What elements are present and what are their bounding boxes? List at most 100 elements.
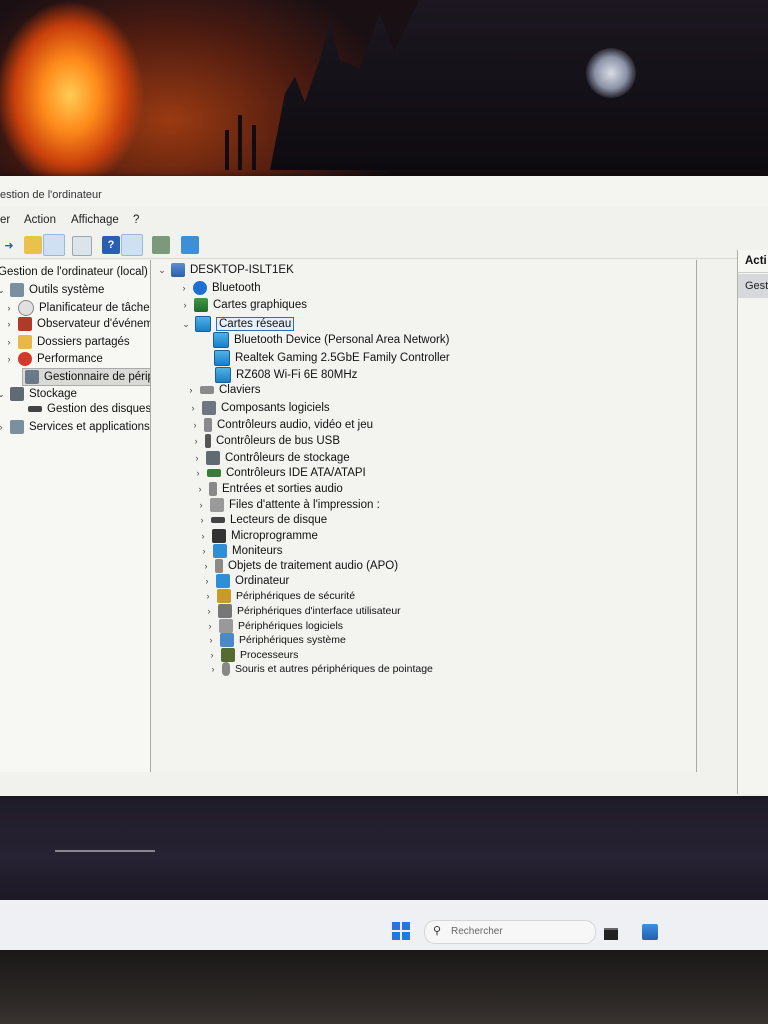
chevron-right-icon[interactable]: › bbox=[201, 561, 211, 571]
device-category[interactable]: › Composants logiciels bbox=[188, 401, 330, 415]
chevron-right-icon[interactable]: › bbox=[4, 354, 14, 364]
actions-item[interactable]: Gest bbox=[738, 274, 768, 298]
device-root[interactable]: ⌄ DESKTOP-ISLT1EK bbox=[157, 263, 294, 277]
start-button-icon[interactable] bbox=[392, 922, 410, 940]
device-item[interactable]: Bluetooth Device (Personal Area Network) bbox=[213, 332, 449, 348]
device-category[interactable]: › Souris et autres périphériques de point… bbox=[208, 662, 433, 676]
window-titlebar[interactable]: estion de l'ordinateur bbox=[0, 176, 768, 206]
device-category[interactable]: › Files d'attente à l'impression : bbox=[196, 498, 380, 512]
chevron-right-icon[interactable]: › bbox=[204, 606, 214, 616]
chevron-right-icon[interactable]: › bbox=[193, 468, 203, 478]
device-item[interactable]: Realtek Gaming 2.5GbE Family Controller bbox=[214, 350, 450, 366]
device-category[interactable]: › Contrôleurs IDE ATA/ATAPI bbox=[193, 467, 366, 479]
monitor-icon[interactable] bbox=[181, 236, 199, 254]
chevron-right-icon[interactable]: › bbox=[4, 319, 14, 329]
device-category[interactable]: › Contrôleurs de bus USB bbox=[191, 434, 340, 448]
tree-item-system-tools[interactable]: ⌄ Outils système bbox=[0, 283, 104, 297]
tree-item-services[interactable]: › Services et applications bbox=[0, 420, 150, 434]
menu-file[interactable]: er bbox=[0, 214, 10, 226]
chevron-right-icon[interactable]: › bbox=[0, 422, 6, 432]
device-category[interactable]: › Périphériques logiciels bbox=[205, 619, 343, 633]
tree-label: Stockage bbox=[29, 388, 77, 400]
device-category[interactable]: › Périphériques d'interface utilisateur bbox=[204, 604, 401, 618]
device-label: Contrôleurs de stockage bbox=[225, 452, 350, 464]
tree-item-task-scheduler[interactable]: › Planificateur de tâches bbox=[4, 300, 155, 316]
properties-icon[interactable] bbox=[72, 236, 92, 256]
chevron-right-icon[interactable]: › bbox=[207, 650, 217, 660]
help-icon[interactable]: ? bbox=[102, 236, 120, 254]
printer-icon bbox=[210, 498, 224, 512]
chevron-right-icon[interactable]: › bbox=[179, 283, 189, 293]
show-hide-tree-icon[interactable] bbox=[43, 234, 65, 256]
chevron-right-icon[interactable]: › bbox=[203, 591, 213, 601]
tree-label: Dossiers partagés bbox=[37, 336, 130, 348]
device-label: Entrées et sorties audio bbox=[222, 483, 343, 495]
chevron-down-icon[interactable]: ⌄ bbox=[0, 389, 6, 400]
chevron-right-icon[interactable]: › bbox=[190, 420, 200, 430]
chevron-down-icon[interactable]: ⌄ bbox=[157, 265, 167, 276]
storage-controller-icon bbox=[206, 451, 220, 465]
device-category[interactable]: › Entrées et sorties audio bbox=[195, 482, 343, 496]
device-category[interactable]: › Claviers bbox=[186, 384, 261, 396]
chevron-right-icon[interactable]: › bbox=[191, 436, 201, 446]
device-category[interactable]: › Microprogramme bbox=[198, 529, 318, 543]
chevron-right-icon[interactable]: › bbox=[4, 337, 14, 347]
tree-item-computer-management[interactable]: Gestion de l'ordinateur (local) bbox=[0, 266, 148, 278]
chevron-right-icon[interactable]: › bbox=[188, 403, 198, 413]
chevron-right-icon[interactable]: › bbox=[196, 500, 206, 510]
actions-pane: Acti Gest bbox=[737, 250, 768, 794]
chevron-right-icon[interactable]: › bbox=[198, 531, 208, 541]
tree-item-event-viewer[interactable]: › Observateur d'événeme bbox=[4, 317, 159, 331]
menu-help[interactable]: ? bbox=[133, 214, 139, 226]
network-device-icon bbox=[214, 350, 230, 366]
menu-action[interactable]: Action bbox=[24, 214, 56, 226]
firmware-icon bbox=[212, 529, 226, 543]
device-category[interactable]: › Moniteurs bbox=[199, 544, 283, 558]
horizontal-scrollbar[interactable] bbox=[55, 850, 155, 852]
network-device-icon bbox=[215, 367, 231, 383]
tree-item-storage[interactable]: ⌄ Stockage bbox=[0, 387, 77, 401]
chevron-right-icon[interactable]: › bbox=[4, 303, 14, 313]
chevron-down-icon[interactable]: ⌄ bbox=[0, 285, 6, 296]
chevron-right-icon[interactable]: › bbox=[206, 635, 216, 645]
chevron-right-icon[interactable]: › bbox=[195, 484, 205, 494]
chevron-right-icon[interactable]: › bbox=[180, 300, 190, 310]
chevron-right-icon[interactable]: › bbox=[199, 546, 209, 556]
device-category[interactable]: › Ordinateur bbox=[202, 574, 289, 588]
menu-view[interactable]: Affichage bbox=[71, 214, 119, 226]
chevron-right-icon[interactable]: › bbox=[205, 621, 215, 631]
chevron-right-icon[interactable]: › bbox=[202, 576, 212, 586]
device-category[interactable]: › Bluetooth bbox=[179, 281, 261, 295]
up-folder-icon[interactable] bbox=[24, 236, 42, 254]
device-label: Souris et autres périphériques de pointa… bbox=[235, 663, 433, 675]
tree-item-device-manager[interactable]: Gestionnaire de périphé bbox=[22, 368, 170, 386]
task-view-icon[interactable] bbox=[604, 928, 618, 940]
device-category[interactable]: › Contrôleurs audio, vidéo et jeu bbox=[190, 418, 373, 432]
device-label: Contrôleurs de bus USB bbox=[216, 435, 341, 447]
device-category[interactable]: › Périphériques système bbox=[206, 633, 346, 647]
chevron-down-icon[interactable]: ⌄ bbox=[181, 319, 191, 330]
action-pane-icon[interactable] bbox=[121, 234, 143, 256]
taskbar-search[interactable]: ⚲ Rechercher bbox=[424, 920, 596, 944]
device-category[interactable]: › Lecteurs de disque bbox=[197, 514, 328, 526]
device-category[interactable]: › Cartes graphiques bbox=[180, 298, 307, 312]
chevron-right-icon[interactable]: › bbox=[192, 453, 202, 463]
chevron-right-icon[interactable]: › bbox=[186, 385, 196, 395]
device-category[interactable]: ⌄ Cartes réseau bbox=[181, 316, 295, 332]
device-category[interactable]: › Processeurs bbox=[207, 648, 298, 662]
computer-management-taskbar-icon[interactable] bbox=[642, 924, 658, 940]
device-category[interactable]: › Contrôleurs de stockage bbox=[192, 451, 350, 465]
usb-icon bbox=[205, 434, 211, 448]
tree-item-shared-folders[interactable]: › Dossiers partagés bbox=[4, 335, 130, 349]
forward-icon[interactable]: ➜ bbox=[0, 236, 18, 254]
tree-item-performance[interactable]: › Performance bbox=[4, 352, 103, 366]
wallpaper-spire bbox=[252, 125, 256, 170]
device-manager-icon bbox=[25, 370, 39, 384]
device-category[interactable]: › Périphériques de sécurité bbox=[203, 589, 355, 603]
chevron-right-icon[interactable]: › bbox=[197, 515, 207, 525]
tree-item-disk-management[interactable]: Gestion des disques bbox=[28, 403, 151, 415]
device-item[interactable]: RZ608 Wi-Fi 6E 80MHz bbox=[215, 367, 357, 383]
chevron-right-icon[interactable]: › bbox=[208, 664, 218, 674]
scan-hardware-icon[interactable] bbox=[152, 236, 170, 254]
device-category[interactable]: › Objets de traitement audio (APO) bbox=[201, 559, 398, 573]
